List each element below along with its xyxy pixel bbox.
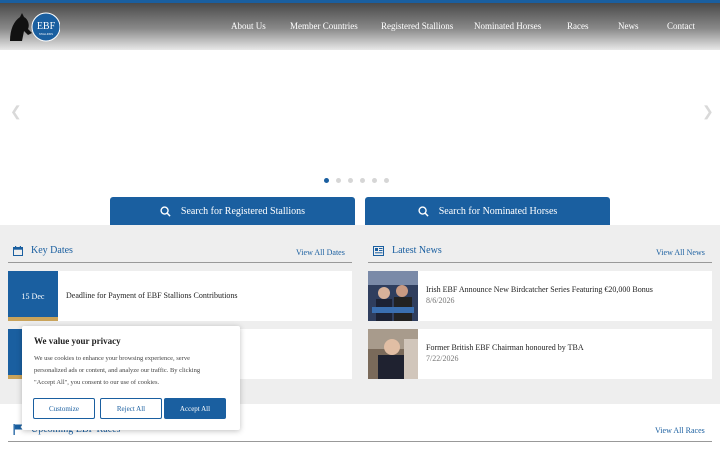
key-date-text: Deadline for Payment of EBF Stallions Co…: [66, 291, 238, 300]
cookie-body-line: personalized ads or content, and analyze…: [34, 367, 201, 374]
slider-prev-icon[interactable]: ❮: [10, 104, 22, 121]
key-date-card[interactable]: 15 Dec Deadline for Payment of EBF Stall…: [8, 271, 352, 321]
slider-dot[interactable]: [348, 178, 353, 183]
key-dates-title: Key Dates: [31, 245, 73, 256]
search-horses-label: Search for Nominated Horses: [438, 205, 558, 217]
news-thumbnail: [368, 271, 418, 321]
search-stallions-label: Search for Registered Stallions: [180, 205, 306, 217]
logo-subtext: STALLIONS: [39, 32, 53, 36]
divider: [8, 441, 712, 442]
slider-dots: [324, 178, 389, 183]
date-accent: [8, 317, 58, 321]
slider-dot[interactable]: [336, 178, 341, 183]
cookie-body: We use cookies to enhance your browsing …: [34, 353, 232, 389]
search-icon: [160, 205, 171, 217]
date-badge: 15 Dec: [8, 271, 58, 321]
ebf-logo[interactable]: EBF STALLIONS: [8, 11, 60, 43]
cookie-body-line: We use cookies to enhance your browsing …: [34, 355, 190, 362]
cookie-customize-button[interactable]: Customize: [33, 398, 95, 419]
search-icon: [418, 205, 429, 217]
hero-slider: [0, 50, 720, 225]
newspaper-icon: [373, 245, 384, 256]
latest-news-title: Latest News: [392, 245, 442, 256]
date-label: 15 Dec: [21, 291, 45, 301]
news-card[interactable]: Irish EBF Announce New Birdcatcher Serie…: [368, 271, 712, 321]
slider-dot[interactable]: [384, 178, 389, 183]
divider: [8, 262, 352, 263]
news-title: Irish EBF Announce New Birdcatcher Serie…: [426, 285, 653, 294]
news-thumbnail: [368, 329, 418, 379]
latest-news-heading: Latest News: [373, 245, 442, 256]
calendar-icon: [13, 245, 23, 256]
nav-news[interactable]: News: [618, 21, 639, 31]
slider-dot[interactable]: [324, 178, 329, 183]
divider: [368, 262, 712, 263]
nav-contact[interactable]: Contact: [667, 21, 695, 31]
site-header: EBF STALLIONS About Us Member Countries …: [0, 3, 720, 50]
nav-races[interactable]: Races: [567, 21, 589, 31]
view-all-races-link[interactable]: View All Races: [655, 426, 705, 435]
cookie-title: We value your privacy: [34, 336, 121, 346]
slider-next-icon[interactable]: ❯: [702, 104, 714, 121]
news-card[interactable]: Former British EBF Chairman honoured by …: [368, 329, 712, 379]
cookie-body-line: "Accept All", you consent to our use of …: [34, 379, 160, 386]
logo-text: EBF: [37, 21, 56, 32]
cookie-accept-button[interactable]: Accept All: [164, 398, 226, 419]
view-all-news-link[interactable]: View All News: [656, 248, 705, 257]
news-title: Former British EBF Chairman honoured by …: [426, 343, 584, 352]
nav-registered-stallions[interactable]: Registered Stallions: [381, 21, 453, 31]
nav-about-us[interactable]: About Us: [231, 21, 266, 31]
cookie-reject-button[interactable]: Reject All: [100, 398, 162, 419]
search-stallions-button[interactable]: Search for Registered Stallions: [110, 197, 355, 225]
search-horses-button[interactable]: Search for Nominated Horses: [365, 197, 610, 225]
view-all-dates-link[interactable]: View All Dates: [296, 248, 345, 257]
news-date: 8/6/2026: [426, 296, 455, 305]
cookie-consent-dialog: We value your privacy We use cookies to …: [22, 326, 240, 430]
nav-member-countries[interactable]: Member Countries: [290, 21, 358, 31]
slider-dot[interactable]: [360, 178, 365, 183]
key-dates-heading: Key Dates: [13, 245, 73, 256]
slider-dot[interactable]: [372, 178, 377, 183]
news-date: 7/22/2026: [426, 354, 459, 363]
nav-nominated-horses[interactable]: Nominated Horses: [474, 21, 541, 31]
